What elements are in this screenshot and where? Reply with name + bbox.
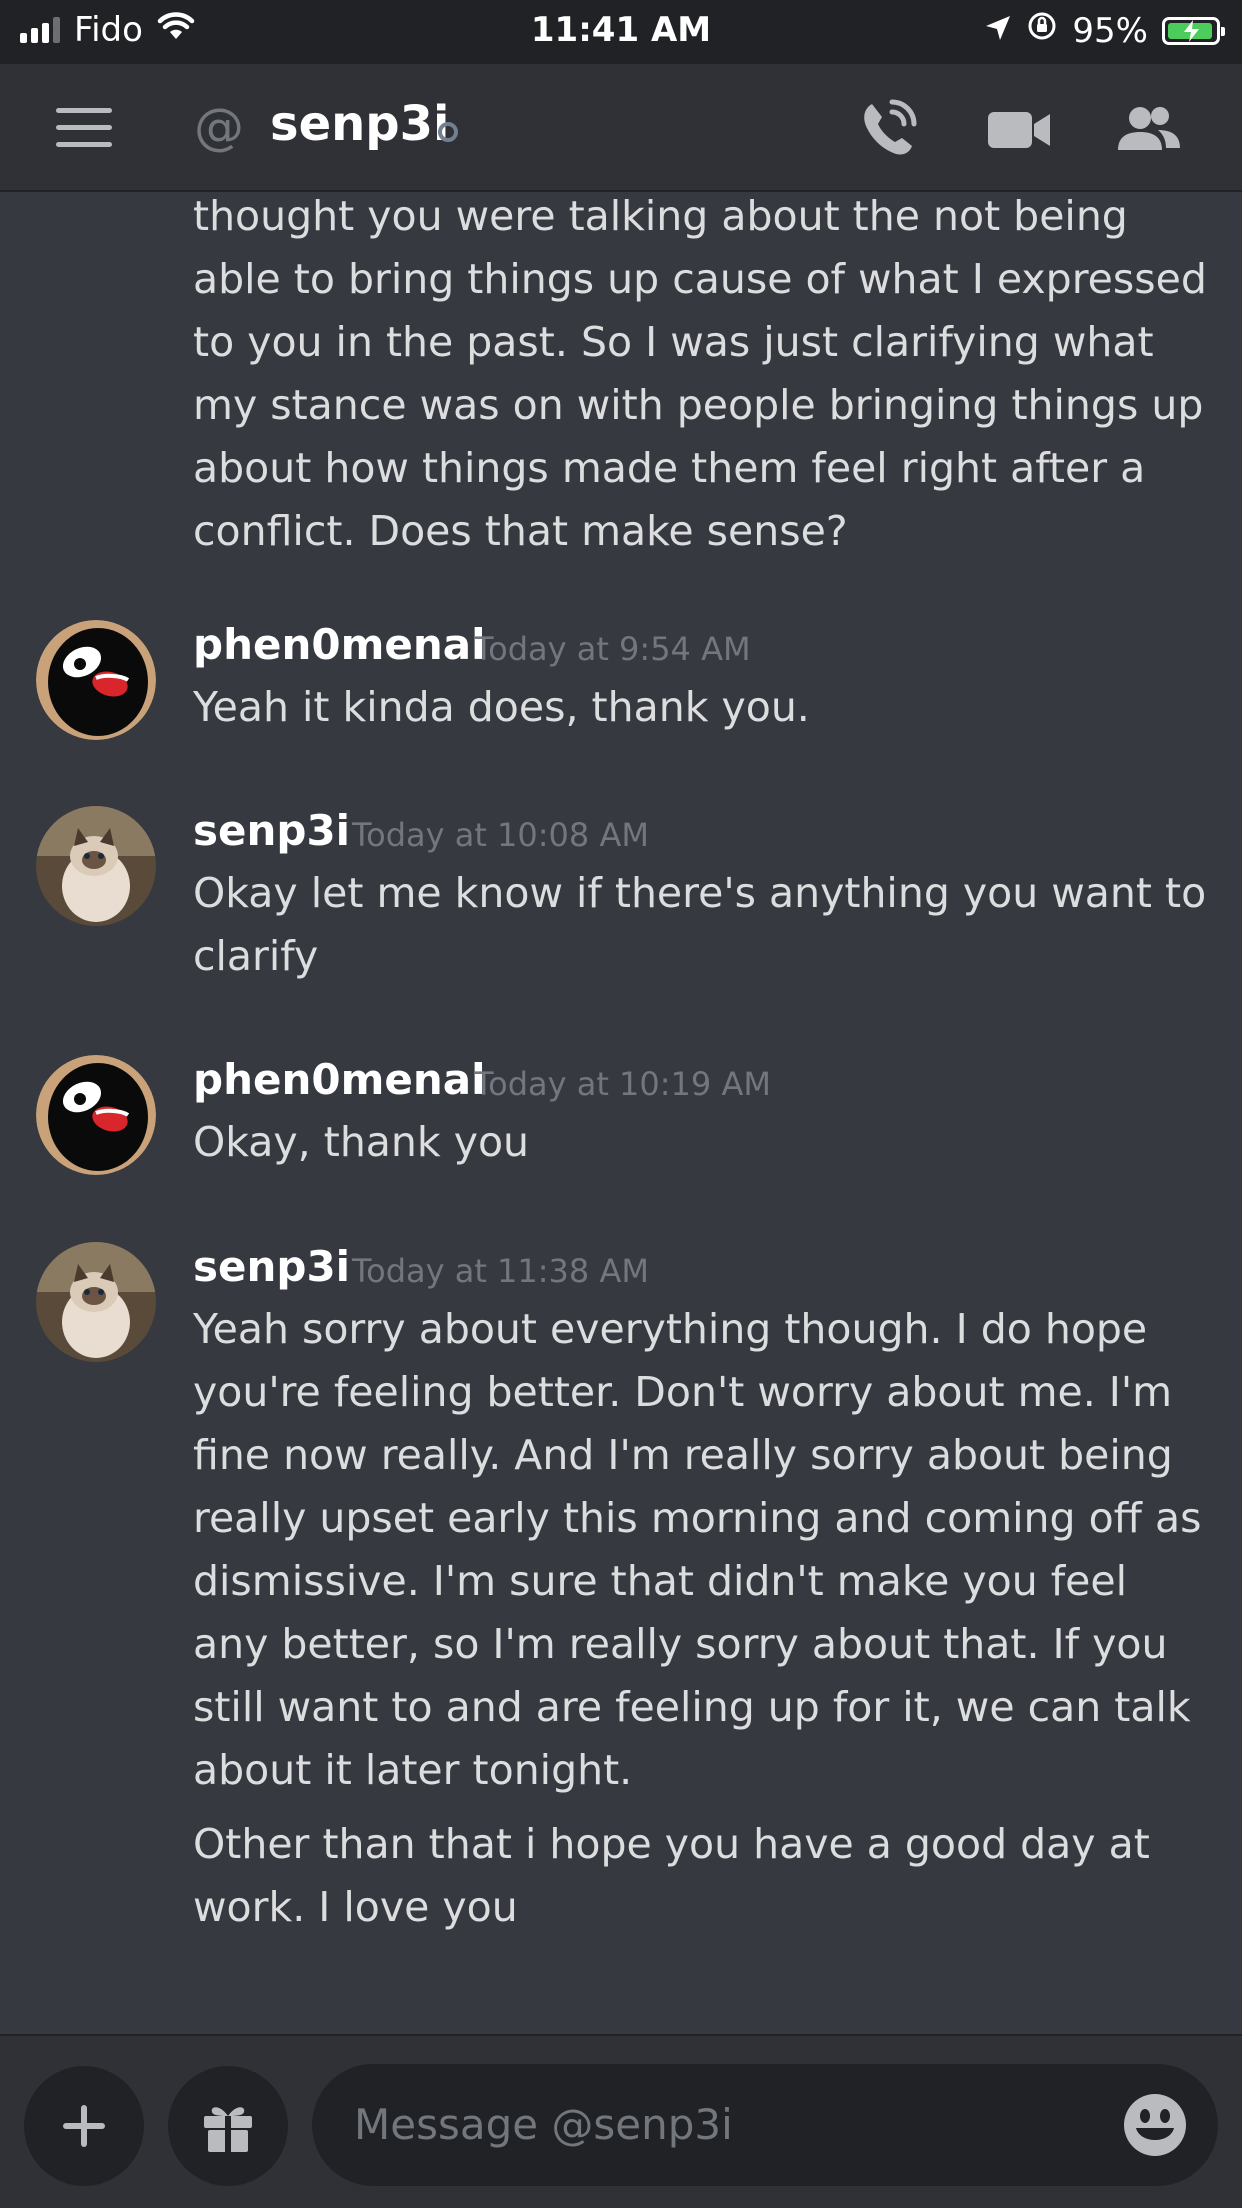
message-list[interactable]: thought you were talking about the not b… [0, 192, 1242, 2032]
plus-icon [63, 2105, 105, 2147]
at-icon: @ [194, 98, 244, 156]
status-bar: Fido 11:41 AM 95% [0, 0, 1242, 64]
battery-icon [1162, 16, 1225, 45]
message-text: thought you were talking about the not b… [193, 192, 1207, 555]
members-icon[interactable] [1114, 94, 1184, 164]
offline-status-icon [438, 122, 458, 142]
battery-percent: 95% [1072, 10, 1148, 51]
location-arrow-icon [984, 11, 1012, 51]
message-text: Yeah it kinda does, thank you. [193, 683, 810, 731]
message-input-placeholder: Message @senp3i [354, 2100, 733, 2149]
status-right: 95% [984, 10, 1225, 51]
phone-call-icon[interactable] [852, 94, 922, 164]
message-timestamp: Today at 11:38 AM [352, 1252, 649, 1290]
message-composer: Message @senp3i [0, 2034, 1242, 2208]
dm-recipient-name[interactable]: senp3i [270, 96, 450, 152]
gift-icon [204, 2107, 252, 2152]
avatar-senp3i[interactable] [36, 806, 156, 926]
attach-button[interactable] [24, 2066, 144, 2186]
message-timestamp: Today at 9:54 AM [474, 630, 751, 668]
message-author[interactable]: phen0menal [193, 620, 485, 669]
dm-chat-screen: Fido 11:41 AM 95% @ senp3i thought you w… [0, 0, 1242, 2208]
emoji-icon[interactable] [1122, 2092, 1188, 2158]
message-text: Yeah sorry about everything though. I do… [193, 1305, 1202, 1794]
orientation-lock-icon [1026, 10, 1058, 51]
message-text: Other than that i hope you have a good d… [193, 1820, 1150, 1931]
avatar-phen0menal[interactable] [36, 1055, 156, 1175]
channel-header: @ senp3i [0, 64, 1242, 192]
avatar-phen0menal[interactable] [36, 620, 156, 740]
message-input[interactable]: Message @senp3i [312, 2064, 1218, 2186]
message-author[interactable]: senp3i [193, 1242, 350, 1291]
avatar-senp3i[interactable] [36, 1242, 156, 1362]
video-camera-icon[interactable] [984, 94, 1054, 164]
message-author[interactable]: phen0menal [193, 1055, 485, 1104]
message-timestamp: Today at 10:19 AM [474, 1065, 771, 1103]
message-text: Okay let me know if there's anything you… [193, 869, 1207, 980]
hamburger-menu-icon[interactable] [56, 108, 112, 148]
message-text: Okay, thank you [193, 1118, 530, 1166]
gift-button[interactable] [168, 2066, 288, 2186]
message-timestamp: Today at 10:08 AM [352, 816, 649, 854]
message-author[interactable]: senp3i [193, 806, 350, 855]
